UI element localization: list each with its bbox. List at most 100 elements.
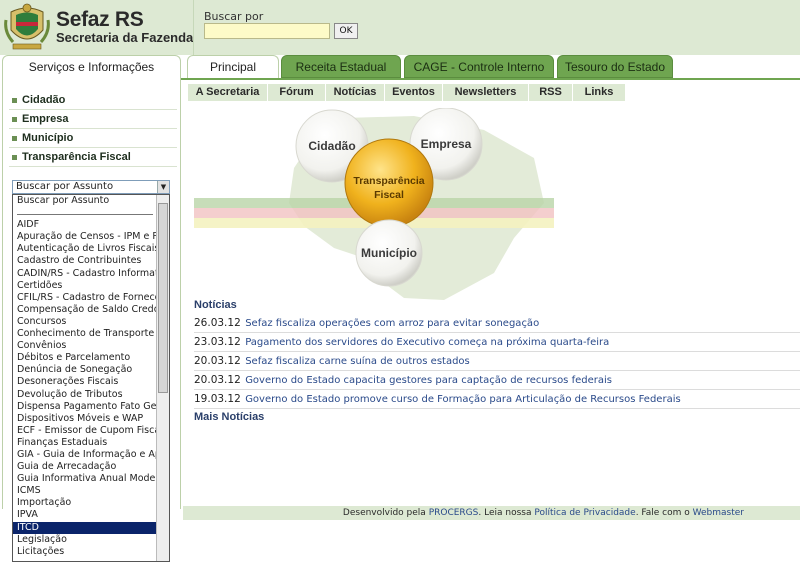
subnav-eventos[interactable]: Eventos [385,84,443,101]
brand-title[interactable]: Sefaz RS [56,8,144,32]
dropdown-option[interactable]: Buscar por Assunto [13,195,157,207]
dropdown-option[interactable]: CFIL/RS - Cadastro de Fornecedo [13,292,157,304]
dropdown-option[interactable]: IPVA [13,509,157,521]
subnav-noticias[interactable]: Notícias [326,84,385,101]
dropdown-option[interactable]: Convênios [13,340,157,352]
hero-transparencia-label: Transparência [353,175,424,187]
footer-text: . Leia nossa [478,508,532,518]
search-area: Buscar por OK [193,0,800,55]
news-date: 20.03.12 [194,355,241,367]
hero-cidadao-label: Cidadão [308,139,355,153]
dropdown-option[interactable]: Legislação [13,534,157,546]
privacy-policy-link[interactable]: Política de Privacidade [534,508,635,518]
dropdown-scrollbar[interactable] [156,195,169,561]
news-item[interactable]: 20.03.12 Governo do Estado capacita gest… [194,371,800,390]
bullet-icon [12,98,17,103]
news-link[interactable]: Sefaz fiscaliza operações com arroz para… [245,318,539,329]
dropdown-option[interactable]: Finanças Estaduais [13,437,157,449]
bullet-icon [12,155,17,160]
news-item[interactable]: 19.03.12 Governo do Estado promove curso… [194,390,800,409]
subnav-a-secretaria[interactable]: A Secretaria [188,84,268,101]
hero-transparencia-circle[interactable]: Transparência Fiscal [344,138,434,228]
bullet-icon [12,136,17,141]
tab-cage[interactable]: CAGE - Controle Interno [404,55,554,78]
dropdown-option[interactable]: Débitos e Parcelamento [13,352,157,364]
subject-dropdown-list[interactable]: Buscar por Assunto AIDF Apuração de Censos… [12,194,170,562]
sidebar-item-label: Município [22,132,74,144]
news-date: 19.03.12 [194,393,241,405]
hero-municipio-label: Município [361,246,417,260]
dropdown-option[interactable]: Autenticação de Livros Fiscais [13,243,157,255]
news-link[interactable]: Pagamento dos servidores do Executivo co… [245,337,609,348]
subnav-links[interactable]: Links [573,84,626,101]
sidebar-item-label: Empresa [22,113,69,125]
news-link[interactable]: Governo do Estado promove curso de Forma… [245,394,681,405]
subnav-rss[interactable]: RSS [529,84,573,101]
sidebar-item-label: Cidadão [22,94,66,106]
news-item[interactable]: 20.03.12 Sefaz fiscaliza carne suína de … [194,352,800,371]
dropdown-option[interactable]: AIDF [13,219,157,231]
search-input[interactable] [204,23,330,39]
news-link[interactable]: Sefaz fiscaliza carne suína de outros es… [245,356,470,367]
news-item[interactable]: 26.03.12 Sefaz fiscaliza operações com a… [194,314,800,333]
dropdown-option[interactable]: Conhecimento de Transporte Elet [13,328,157,340]
sidebar-tab[interactable]: Serviços e Informações [2,55,181,79]
dropdown-option[interactable]: ICMS [13,485,157,497]
footer-text: . Fale com o [635,508,690,518]
dropdown-option[interactable]: Compensação de Saldo Credor [13,304,157,316]
hero-empresa-label: Empresa [421,137,472,151]
news-link[interactable]: Governo do Estado capacita gestores para… [245,375,612,386]
coat-of-arms-icon[interactable] [3,2,51,52]
news-date: 23.03.12 [194,336,241,348]
site-header: Sefaz RS Secretaria da Fazenda Buscar po… [0,0,800,55]
dropdown-option[interactable]: Apuração de Censos - IPM e PIT [13,231,157,243]
bullet-icon [12,117,17,122]
dropdown-option[interactable]: Cadastro de Contribuintes [13,255,157,267]
dropdown-option[interactable]: Guia de Arrecadação [13,461,157,473]
chevron-down-icon[interactable]: ▼ [157,181,169,193]
sidebar-item-empresa[interactable]: Empresa [9,110,177,129]
tab-principal[interactable]: Principal [187,55,279,78]
more-news-link[interactable]: Mais Notícias [194,411,264,423]
dropdown-options: Buscar por Assunto AIDF Apuração de Censos… [13,195,157,558]
subnav-forum[interactable]: Fórum [268,84,326,101]
dropdown-option[interactable]: Guia Informativa Anual Modelos A [13,473,157,485]
dropdown-option[interactable]: Devolução de Tributos [13,389,157,401]
dropdown-option[interactable]: CADIN/RS - Cadastro Informativo [13,268,157,280]
dropdown-option[interactable]: Dispensa Pagamento Fato Gerad [13,401,157,413]
brand-subtitle: Secretaria da Fazenda [56,30,194,45]
dropdown-separator [13,207,157,219]
subject-select-value: Buscar por Assunto [16,181,114,192]
dropdown-option[interactable]: Desonerações Fiscais [13,376,157,388]
news-date: 20.03.12 [194,374,241,386]
search-ok-button[interactable]: OK [334,23,358,39]
sidebar-item-transparencia[interactable]: Transparência Fiscal [9,148,177,167]
news-date: 26.03.12 [194,317,241,329]
sidebar-item-cidadao[interactable]: Cidadão [9,91,177,110]
dropdown-option[interactable]: GIA - Guia de Informação e Apura [13,449,157,461]
subject-select[interactable]: Buscar por Assunto ▼ [12,180,170,194]
site-footer: Desenvolvido pela PROCERGS. Leia nossa P… [183,506,800,520]
hero-graphic: Cidadão Empresa Transparência Fiscal Mun… [194,108,554,300]
dropdown-option[interactable]: Licitações [13,546,157,558]
tab-receita-estadual[interactable]: Receita Estadual [281,55,401,78]
dropdown-option[interactable]: Dispositivos Móveis e WAP [13,413,157,425]
hero-fiscal-label: Fiscal [374,189,404,201]
sidebar-item-municipio[interactable]: Município [9,129,177,148]
news-item[interactable]: 23.03.12 Pagamento dos servidores do Exe… [194,333,800,352]
dropdown-option[interactable]: ITCD [13,521,157,534]
subnav-newsletters[interactable]: Newsletters [443,84,529,101]
search-label: Buscar por [204,10,264,23]
footer-text: Desenvolvido pela [342,508,426,518]
procergs-link[interactable]: PROCERGS [429,508,479,518]
dropdown-option[interactable]: Concursos [13,316,157,328]
dropdown-option[interactable]: ECF - Emissor de Cupom Fiscal [13,425,157,437]
webmaster-link[interactable]: Webmaster [693,508,744,518]
hero-municipio-circle[interactable]: Município [355,219,423,287]
dropdown-option[interactable]: Importação [13,497,157,509]
dropdown-option[interactable]: Denúncia de Sonegação [13,364,157,376]
dropdown-option[interactable]: Certidões [13,280,157,292]
scrollbar-thumb[interactable] [158,203,168,393]
sub-navigation: A Secretaria Fórum Notícias Eventos News… [188,84,626,101]
tab-tesouro[interactable]: Tesouro do Estado [557,55,673,78]
